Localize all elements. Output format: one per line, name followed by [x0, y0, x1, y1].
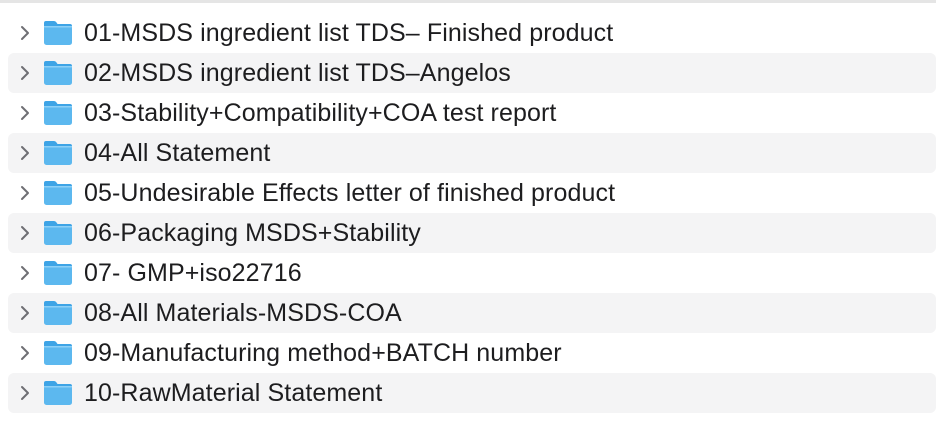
file-name: 05-Undesirable Effects letter of finishe… [84, 178, 616, 207]
folder-icon [42, 339, 74, 367]
chevron-right-icon[interactable] [8, 253, 42, 293]
list-item[interactable]: 07- GMP+iso22716 [8, 253, 936, 293]
folder-icon [42, 179, 74, 207]
chevron-right-icon[interactable] [8, 53, 42, 93]
file-name: 10-RawMaterial Statement [84, 378, 383, 407]
folder-icon [42, 299, 74, 327]
folder-icon [42, 139, 74, 167]
list-item[interactable]: 05-Undesirable Effects letter of finishe… [8, 173, 936, 213]
folder-icon [42, 379, 74, 407]
folder-icon [42, 99, 74, 127]
chevron-right-icon[interactable] [8, 293, 42, 333]
file-name: 07- GMP+iso22716 [84, 258, 302, 287]
list-item[interactable]: 09-Manufacturing method+BATCH number [8, 333, 936, 373]
folder-icon [42, 259, 74, 287]
list-item[interactable]: 04-All Statement [8, 133, 936, 173]
top-divider [0, 0, 936, 3]
chevron-right-icon[interactable] [8, 13, 42, 53]
folder-icon [42, 59, 74, 87]
file-name: 03-Stability+Compatibility+COA test repo… [84, 98, 557, 127]
list-item[interactable]: 08-All Materials-MSDS-COA [8, 293, 936, 333]
chevron-right-icon[interactable] [8, 373, 42, 413]
file-name: 04-All Statement [84, 138, 271, 167]
file-name: 01-MSDS ingredient list TDS– Finished pr… [84, 18, 614, 47]
file-name: 06-Packaging MSDS+Stability [84, 218, 421, 247]
chevron-right-icon[interactable] [8, 93, 42, 133]
chevron-right-icon[interactable] [8, 133, 42, 173]
chevron-right-icon[interactable] [8, 213, 42, 253]
chevron-right-icon[interactable] [8, 333, 42, 373]
folder-icon [42, 19, 74, 47]
list-item[interactable]: 01-MSDS ingredient list TDS– Finished pr… [8, 13, 936, 53]
list-item[interactable]: 03-Stability+Compatibility+COA test repo… [8, 93, 936, 133]
file-name: 09-Manufacturing method+BATCH number [84, 338, 562, 367]
list-item[interactable]: 02-MSDS ingredient list TDS–Angelos [8, 53, 936, 93]
folder-icon [42, 219, 74, 247]
file-name: 08-All Materials-MSDS-COA [84, 298, 402, 327]
list-item[interactable]: 06-Packaging MSDS+Stability [8, 213, 936, 253]
finder-file-list: 01-MSDS ingredient list TDS– Finished pr… [8, 13, 936, 413]
chevron-right-icon[interactable] [8, 173, 42, 213]
file-name: 02-MSDS ingredient list TDS–Angelos [84, 58, 511, 87]
list-item[interactable]: 10-RawMaterial Statement [8, 373, 936, 413]
